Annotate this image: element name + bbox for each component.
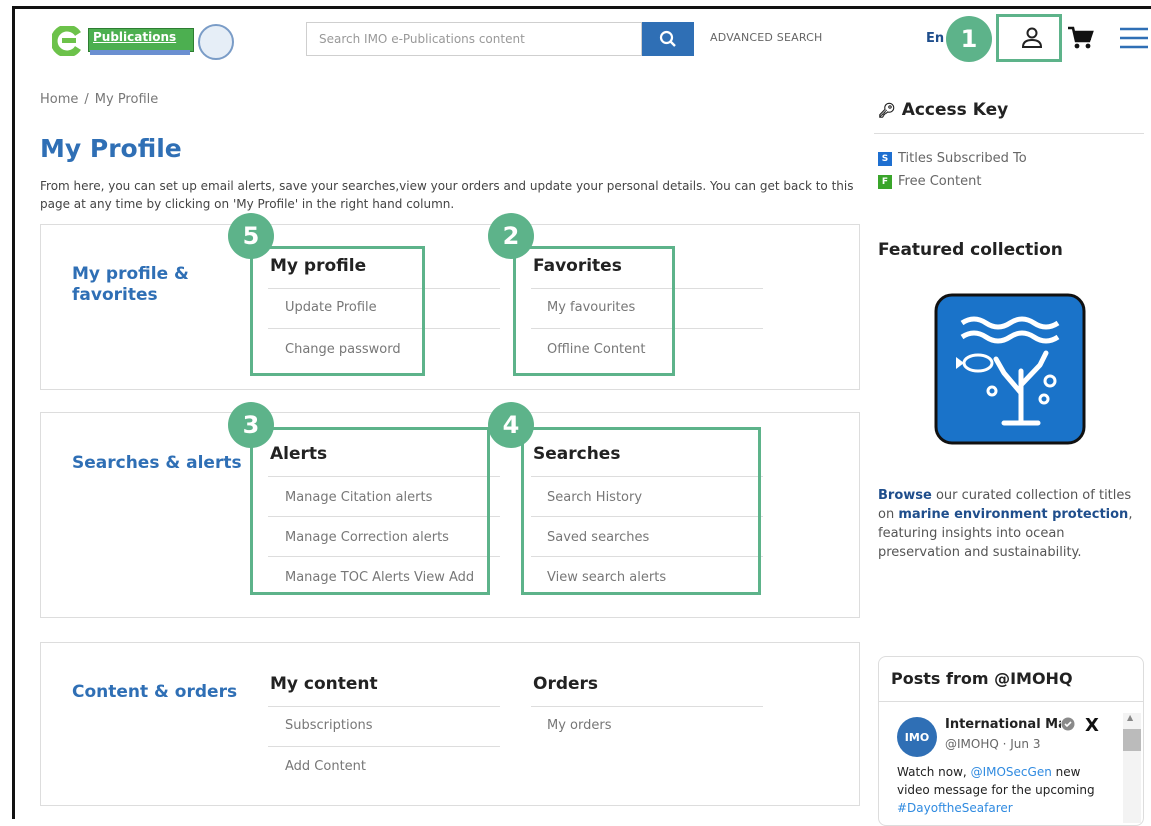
my-content-heading: My content [270,674,378,694]
divider [531,706,763,707]
callout-4: 4 [488,402,534,448]
breadcrumb-current: My Profile [94,92,159,107]
tweet-handle: @IMOHQ · Jun 3 [945,737,1041,751]
scroll-up-arrow-icon[interactable]: ▲ [1127,713,1133,722]
user-icon[interactable] [1018,24,1046,52]
callout-3: 3 [228,402,274,448]
my-orders-link[interactable]: My orders [547,718,611,733]
marine-protection-link[interactable]: marine environment protection [898,507,1128,522]
orders-heading: Orders [533,674,599,694]
e-logo-icon [52,26,81,56]
divider [268,706,500,707]
site-logo[interactable]: Publications [52,24,242,60]
subscribed-badge: S [878,151,892,166]
marine-collection-image[interactable] [934,293,1086,445]
tweet-hashtag-link[interactable]: #DayoftheSeafarer [897,801,1013,815]
highlight-box-alerts [250,427,490,595]
breadcrumb: Home / My Profile [40,92,158,107]
frame-border-top [12,6,1151,9]
highlight-box-searches [521,427,761,595]
key-icon: 🔑︎ [878,103,896,119]
logo-text: Publications [93,30,177,44]
language-selector[interactable]: En [926,31,944,46]
frame-border-left [12,6,15,819]
legend-free: F Free Content [878,174,981,189]
divider [874,133,1144,134]
search-icon [659,30,676,47]
browse-link[interactable]: Browse [878,488,932,503]
advanced-search-link[interactable]: ADVANCED SEARCH [710,31,822,44]
tweet-text-a: Watch now, [897,765,971,779]
x-logo-icon[interactable]: X [1085,715,1099,736]
logo-subline [90,50,190,55]
page-title: My Profile [40,134,182,163]
page-intro: From here, you can set up email alerts, … [40,179,854,211]
search-input[interactable]: Search IMO e-Publications content [306,22,642,56]
legend-free-label: Free Content [898,174,982,189]
posts-title: Posts from @IMOHQ [891,669,1073,688]
cart-icon[interactable] [1066,24,1094,52]
verified-icon [1061,717,1075,731]
section-title-searches: Searches & alerts [72,453,242,473]
highlight-box-favorites [513,246,675,376]
breadcrumb-separator: / [84,92,89,107]
free-badge: F [878,174,892,189]
tweet-author-name[interactable]: International Ma [945,717,1061,732]
subscriptions-link[interactable]: Subscriptions [285,718,373,733]
tweet-text: Watch now, @IMOSecGen new video message … [897,763,1107,817]
access-key-title: 🔑︎ Access Key [878,100,1008,120]
profile-favorites-card [40,224,860,390]
search-placeholder: Search IMO e-Publications content [319,32,525,46]
callout-5: 5 [228,213,274,259]
highlight-box-my-profile [250,246,425,376]
featured-description: Browse our curated collection of titles … [878,486,1140,562]
search-button[interactable] [642,22,694,56]
divider [879,701,1143,702]
section-title-profile: My profile & favorites [72,264,189,305]
tweet-mention-link[interactable]: @IMOSecGen [971,765,1052,779]
callout-2: 2 [488,213,534,259]
breadcrumb-home[interactable]: Home [40,92,78,107]
twitter-feed-widget: Posts from @IMOHQ IMO International Ma X… [878,656,1144,826]
content-orders-card [40,642,860,806]
page-frame: Publications Search IMO e-Publications c… [0,0,1151,826]
hamburger-menu-icon[interactable] [1116,24,1148,52]
legend-subscribed: S Titles Subscribed To [878,151,1027,166]
legend-subscribed-label: Titles Subscribed To [898,151,1027,166]
add-content-link[interactable]: Add Content [285,759,366,774]
callout-1: 1 [946,16,992,62]
section-title-content: Content & orders [72,682,238,702]
scrollbar-thumb[interactable] [1123,729,1141,751]
divider [268,746,500,747]
featured-collection-title: Featured collection [878,240,1063,260]
access-key-label: Access Key [901,100,1009,120]
imo-seal-icon [198,24,234,60]
logo-wordmark: Publications [88,28,194,52]
imo-avatar[interactable]: IMO [897,717,937,757]
